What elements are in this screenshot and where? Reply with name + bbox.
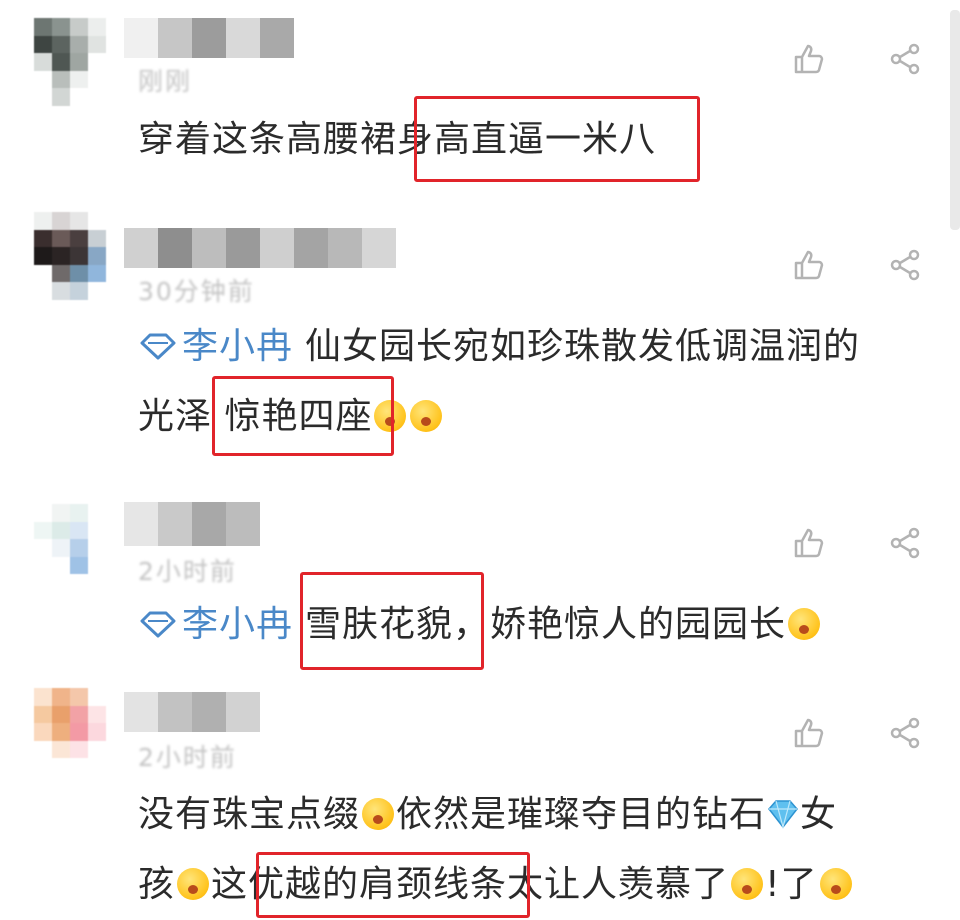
- comment-text-content: ，娇艳惊人的园园长: [453, 604, 787, 645]
- share-icon[interactable]: [888, 526, 922, 560]
- avatar[interactable]: [34, 18, 106, 106]
- emoji-icon: [177, 868, 210, 900]
- emoji-icon: [819, 868, 852, 900]
- highlight-box: [414, 96, 700, 182]
- comment-text-content: !了: [765, 864, 818, 905]
- highlight-box: [300, 572, 484, 670]
- gem-icon: [768, 800, 799, 830]
- like-icon[interactable]: [792, 526, 826, 560]
- comment-time: 刚刚: [138, 67, 193, 96]
- emoji-icon: [731, 868, 764, 900]
- diamond-icon: [140, 333, 176, 360]
- comment-item: 2小时前 李小冉 雪肤花貌，娇艳惊人的园园长: [0, 490, 960, 680]
- mention-name: 李小冉: [182, 604, 294, 645]
- comment-text-content: 孩: [138, 864, 176, 905]
- avatar[interactable]: [34, 688, 106, 776]
- comment-item: 刚刚 穿着这条高腰裙身高直逼一米八: [0, 0, 960, 200]
- share-icon[interactable]: [888, 716, 922, 750]
- avatar[interactable]: [34, 504, 106, 592]
- username-blurred[interactable]: [124, 502, 260, 546]
- comment-text-content: 依然是璀璨夺目的钻石: [396, 794, 767, 835]
- emoji-icon: [788, 608, 821, 640]
- share-icon[interactable]: [888, 248, 922, 282]
- mention-link[interactable]: 李小冉: [138, 326, 293, 367]
- username-blurred[interactable]: [124, 18, 294, 58]
- share-icon[interactable]: [888, 42, 922, 76]
- comment-text-content: 仙女园长宛如珍珠散发低调温润的: [305, 326, 861, 367]
- like-icon[interactable]: [792, 42, 826, 76]
- avatar[interactable]: [34, 212, 106, 300]
- mention-name: 李小冉: [182, 326, 294, 367]
- comment-time: 2小时前: [138, 557, 237, 586]
- comment-item: 2小时前 没有珠宝点缀 依然是璀璨夺目的钻石女 孩这优越的肩颈线条太让人羡慕了 !了: [0, 680, 960, 918]
- comment-text-content: 光泽: [138, 396, 213, 437]
- highlight-box: [212, 376, 394, 456]
- highlight-box: [256, 852, 530, 918]
- comment-text-content: 女: [800, 794, 838, 835]
- username-blurred[interactable]: [124, 228, 396, 268]
- comment-text-content: 这: [211, 864, 249, 905]
- like-icon[interactable]: [792, 716, 826, 750]
- diamond-icon: [140, 611, 176, 638]
- like-icon[interactable]: [792, 248, 826, 282]
- comment-text-content: 太让人羡慕了: [507, 864, 730, 905]
- comment-item: 30分钟前 李小冉 仙女园长宛如珍珠散发低调温润的 光泽 惊艳四座: [0, 200, 960, 490]
- comment-text: 李小冉 雪肤花貌，娇艳惊人的园园长: [138, 590, 918, 660]
- mention-link[interactable]: 李小冉: [138, 604, 293, 645]
- emoji-icon: [410, 400, 443, 432]
- username-blurred[interactable]: [124, 692, 260, 732]
- comment-time: 30分钟前: [138, 277, 255, 306]
- emoji-icon: [362, 798, 395, 830]
- comment-text-content: 没有珠宝点缀: [138, 794, 361, 835]
- comment-time: 2小时前: [138, 743, 237, 772]
